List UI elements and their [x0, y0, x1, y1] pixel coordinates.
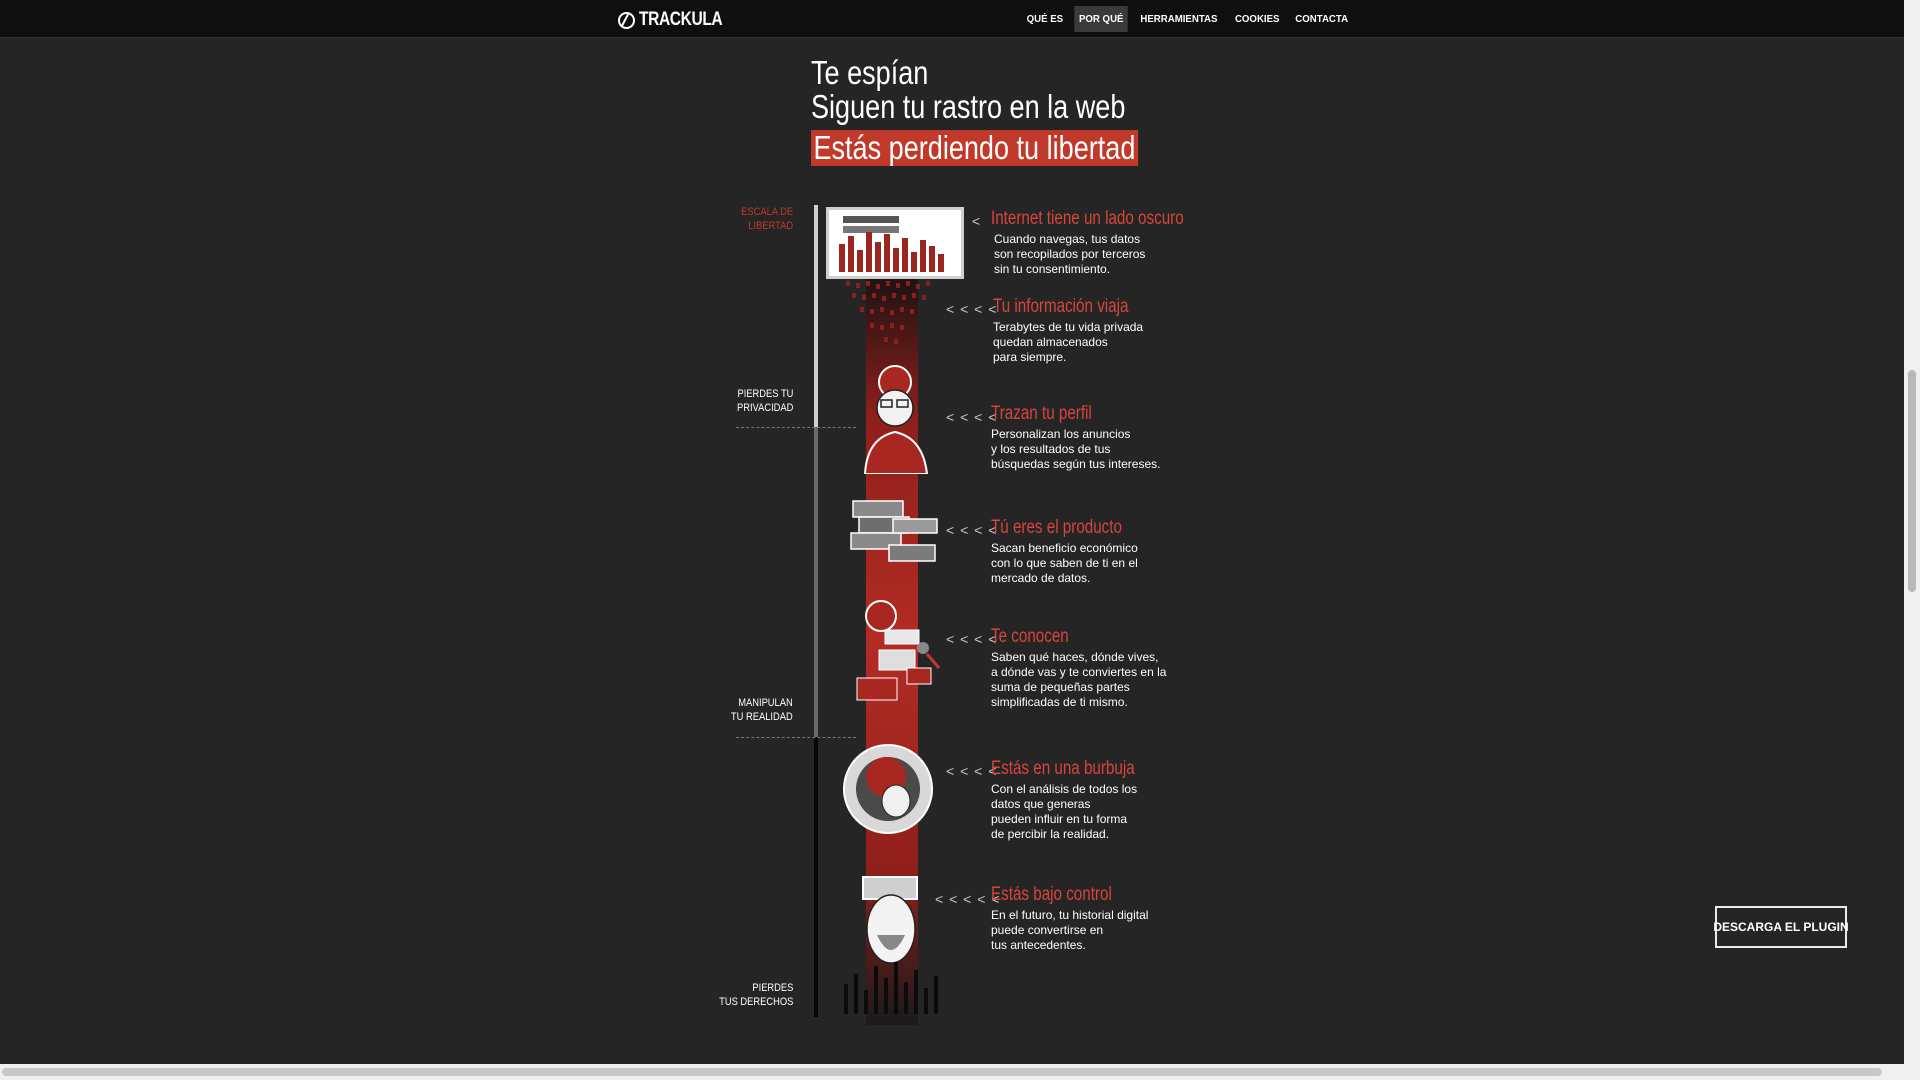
entry-bubble: Estás en una burbuja Con el análisis de …: [991, 758, 1171, 842]
logo-icon: [618, 11, 635, 29]
entry-arrows: < < < <: [946, 763, 998, 779]
scale-divider-2: [736, 737, 856, 738]
scale-bar-dark: [814, 737, 818, 1017]
hero-highlight: Estás perdiendo tu libertad: [811, 130, 1138, 166]
nav-item-herramientas[interactable]: HERRAMIENTAS: [1136, 6, 1222, 32]
scale-bar-mid: [814, 427, 818, 737]
entry-body: Terabytes de tu vida privada quedan alma…: [993, 320, 1144, 364]
fragmented-person-illustration: [856, 600, 941, 701]
nav-item-que-es[interactable]: QUÉ ES: [1022, 6, 1068, 32]
entry-title: Internet tiene un lado oscuro: [991, 208, 1184, 229]
nav-item-contacta[interactable]: CONTACTA: [1291, 6, 1353, 32]
scale-bar-light: [814, 205, 818, 427]
entry-title: Trazan tu perfil: [991, 403, 1092, 424]
entry-body: Personalizan los anuncios y los resultad…: [991, 427, 1161, 471]
entry-body: En el futuro, tu historial digital puede…: [991, 908, 1149, 952]
entry-know-you: Te conocen Saben qué haces, dónde vives,…: [991, 626, 1166, 710]
entry-title: Te conocen: [991, 626, 1069, 647]
entry-arrows: < < < <: [946, 631, 998, 647]
entry-title: Estás bajo control: [991, 884, 1112, 905]
scale-level-reality: MANIPULAN TU REALIDAD: [731, 697, 793, 723]
entry-product: Tú eres el producto Sacan beneficio econ…: [991, 517, 1155, 586]
hero-line-1: Te espían: [811, 54, 929, 91]
bubble-head-illustration: [843, 744, 933, 834]
vertical-scrollbar[interactable]: [1904, 0, 1920, 1064]
scale-level-privacy: PIERDES TU PRIVACIDAD: [736, 388, 793, 414]
entry-control: Estás bajo control En el futuro, tu hist…: [991, 884, 1148, 953]
entry-profile: Trazan tu perfil Personalizan los anunci…: [991, 403, 1160, 472]
entry-title: Estás en una burbuja: [991, 758, 1135, 779]
horizontal-scrollbar-thumb[interactable]: [2, 1068, 1882, 1076]
entry-dark-side: Internet tiene un lado oscuro Cuando nav…: [991, 208, 1232, 277]
entry-arrows: < < < <: [946, 522, 998, 538]
main-nav: QUÉ ES POR QUÉ HERRAMIENTAS COOKIES CONT…: [1020, 6, 1356, 32]
top-navbar: TRACKULA QUÉ ES POR QUÉ HERRAMIENTAS COO…: [0, 0, 1904, 38]
hero-heading: Te espían Siguen tu rastro en la web Est…: [811, 56, 1210, 166]
entry-info-travels: Tu información viaja Terabytes de tu vid…: [993, 296, 1162, 365]
data-dots-illustration: [846, 281, 930, 344]
entry-arrows: < < < <: [946, 301, 998, 317]
entry-title: Tú eres el producto: [991, 517, 1122, 538]
scale-level-rights: PIERDES TUS DERECHOS: [718, 982, 793, 1008]
person-glasses-illustration: [863, 365, 929, 474]
horizontal-scrollbar[interactable]: [0, 1064, 1920, 1080]
nav-item-por-que[interactable]: POR QUÉ: [1074, 6, 1128, 32]
download-plugin-button[interactable]: DESCARGA EL PLUGIN: [1713, 906, 1849, 948]
browser-data-illustration: [826, 207, 964, 279]
entry-arrows: < < < <: [946, 409, 998, 425]
money-stack-illustration: [850, 500, 938, 562]
nav-item-cookies[interactable]: COOKIES: [1230, 6, 1284, 32]
entry-body: Con el análisis de todos los datos que g…: [991, 782, 1138, 841]
data-dots-bottom-illustration: [844, 962, 938, 1014]
entry-body: Sacan beneficio económico con lo que sab…: [991, 541, 1138, 585]
entry-arrows: <: [972, 213, 982, 229]
controlled-person-illustration: [862, 876, 918, 964]
entry-body: Cuando navegas, tus datos son recopilado…: [994, 232, 1146, 276]
hero-line-2: Siguen tu rastro en la web: [811, 88, 1126, 125]
entry-body: Saben qué haces, dónde vives, a dónde va…: [991, 650, 1167, 709]
scale-heading: ESCALA DE LIBERTAD: [741, 206, 793, 232]
logo-text: TRACKULA: [639, 9, 723, 30]
vertical-scrollbar-thumb[interactable]: [1908, 370, 1916, 592]
logo[interactable]: TRACKULA: [618, 8, 741, 32]
entry-title: Tu información viaja: [993, 296, 1129, 317]
scale-divider-1: [736, 427, 856, 428]
